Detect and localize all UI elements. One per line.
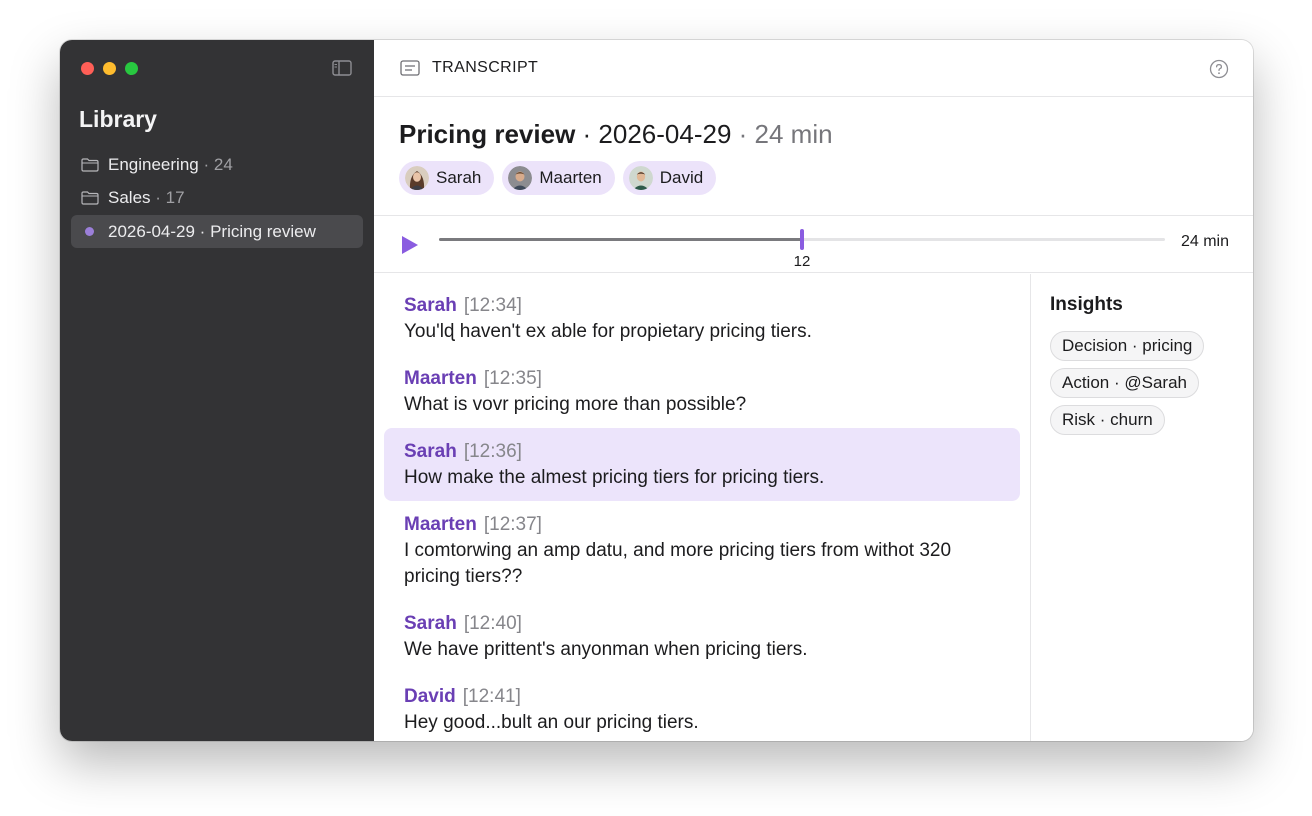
message-text: How make the almest pricing tiers for pr… (404, 467, 825, 488)
meeting-header: Pricing review · 2026-04-29 · 24 min Sar… (374, 97, 1253, 216)
message-text: We have prittent's anyonman when pricing… (404, 639, 808, 660)
sidebar-item-count: · 17 (155, 188, 185, 207)
total-duration-label: 24 min (1180, 233, 1229, 250)
main-panel: TRANSCRIPT Pricing review · 2026-04-29 ·… (374, 40, 1253, 741)
timestamp[interactable]: [12:36] (464, 441, 522, 462)
message-header: Sarah [12:40] (404, 612, 1020, 636)
insight-tag-decision[interactable]: Decision · pricing (1050, 331, 1205, 361)
participant-chip-david[interactable]: David (622, 161, 717, 195)
meeting-duration: · 24 min (731, 119, 833, 149)
speaker-name[interactable]: Maarten (404, 368, 477, 389)
sidebar-item-label: Engineering (108, 154, 199, 174)
content-area: Sarah [12:34] You'lɖ haven't ex able for p… (374, 274, 1253, 741)
transcript-list[interactable]: Sarah [12:34] You'lɖ haven't ex able for p… (374, 274, 1031, 741)
transcript-message-active[interactable]: Sarah [12:36] How make the almest pricing … (384, 428, 1020, 501)
scrubber-track[interactable]: 12 (439, 229, 1165, 270)
message-text: Hey good...bult an our pricing tiers. (404, 712, 699, 733)
zoom-window-button[interactable] (125, 62, 138, 75)
sidebar-item-pricing-review[interactable]: 2026-04-29 · Pricing review (71, 215, 363, 248)
message-header: Sarah [12:36] (404, 440, 1020, 464)
transcript-icon (400, 60, 420, 76)
toolbar: TRANSCRIPT (374, 40, 1253, 97)
meeting-name: Pricing review (399, 119, 576, 149)
sidebar-toggle-icon[interactable] (332, 60, 352, 76)
message-text: What is vovr pricing more than possible? (404, 394, 747, 415)
sidebar-item-label: Sales (108, 188, 151, 207)
timestamp[interactable]: [12:41] (463, 686, 521, 707)
sidebar-item-sales[interactable]: Sales · 17 (71, 182, 363, 215)
transcript-message[interactable]: David [12:41] Hey good...bult an our prici… (384, 673, 1020, 741)
message-header: Maarten [12:37] (404, 513, 1020, 537)
library-title: Library (79, 106, 157, 132)
insights-title: Insights (1050, 294, 1123, 315)
message-text: I comtorwing an amp datu, and more prici… (404, 540, 952, 587)
sidebar-item-label: 2026-04-29 · Pricing review (108, 221, 316, 241)
window-controls (81, 62, 138, 75)
sidebar-item-engineering[interactable]: Engineering · 24 (71, 148, 363, 181)
participant-name: David (659, 168, 704, 187)
speaker-name[interactable]: Sarah (404, 613, 457, 634)
participant-chip-sarah[interactable]: Sarah (399, 161, 495, 195)
message-text: You'lɖ haven't ex able for propietary pr… (404, 321, 812, 342)
minimize-window-button[interactable] (103, 62, 116, 75)
library-list: Engineering · 24 Sales · 17 2026-04-29 ·… (71, 148, 363, 249)
speaker-name[interactable]: David (404, 686, 456, 707)
message-header: David [12:41] (404, 685, 1020, 709)
speaker-name[interactable]: Sarah (404, 295, 457, 316)
timestamp[interactable]: [12:34] (464, 295, 522, 316)
participant-name: Sarah (436, 168, 482, 187)
close-window-button[interactable] (81, 62, 94, 75)
timestamp[interactable]: [12:40] (464, 613, 522, 634)
transcript-message[interactable]: Maarten [12:37] I comtorwing an amp datu, … (384, 501, 1020, 600)
speaker-name[interactable]: Maarten (404, 514, 477, 535)
transcript-message[interactable]: Maarten [12:35] What is vovr pricing more … (384, 355, 1020, 428)
participant-chip-maarten[interactable]: Maarten (502, 161, 615, 195)
timestamp[interactable]: [12:35] (484, 368, 542, 389)
playhead-position-label: 12 (793, 253, 811, 270)
toolbar-title: TRANSCRIPT (432, 59, 539, 76)
transcript-message[interactable]: Sarah [12:34] You'lɖ haven't ex able for p… (384, 282, 1020, 355)
audio-player: 12 24 min (374, 216, 1253, 273)
sidebar-item-count: · 24 (203, 154, 233, 174)
speaker-name[interactable]: Sarah (404, 441, 457, 462)
insight-tag-risk[interactable]: Risk · churn (1050, 405, 1165, 435)
timestamp[interactable]: [12:37] (484, 514, 542, 535)
folder-icon (81, 157, 99, 172)
avatar (508, 166, 533, 190)
insight-tag-action[interactable]: Action · @Sarah (1050, 368, 1199, 398)
participant-chips: Sarah Maarten David (399, 161, 1253, 195)
app-window: Library Engineering · 24 Sales · 17 2026… (60, 40, 1253, 741)
avatar (405, 166, 429, 190)
insights-panel: Insights Decision · pricing Action · @Sa… (1031, 274, 1253, 741)
message-header: Sarah [12:34] (404, 294, 1020, 318)
avatar (628, 166, 653, 190)
meeting-date: · 2026-04-29 (575, 119, 732, 149)
dot-icon (85, 227, 94, 236)
participant-name: Maarten (539, 168, 602, 187)
folder-icon (81, 191, 99, 205)
scrubber-handle[interactable] (800, 229, 804, 250)
scrubber-progress (439, 238, 802, 241)
play-icon[interactable] (400, 234, 420, 256)
help-circle-icon[interactable] (1209, 59, 1229, 79)
sidebar: Library Engineering · 24 Sales · 17 2026… (60, 40, 374, 741)
page-title: Pricing review · 2026-04-29 · 24 min (399, 119, 1253, 150)
transcript-message[interactable]: Sarah [12:40] We have prittent's anyonman … (384, 600, 1020, 673)
message-header: Maarten [12:35] (404, 367, 1020, 391)
